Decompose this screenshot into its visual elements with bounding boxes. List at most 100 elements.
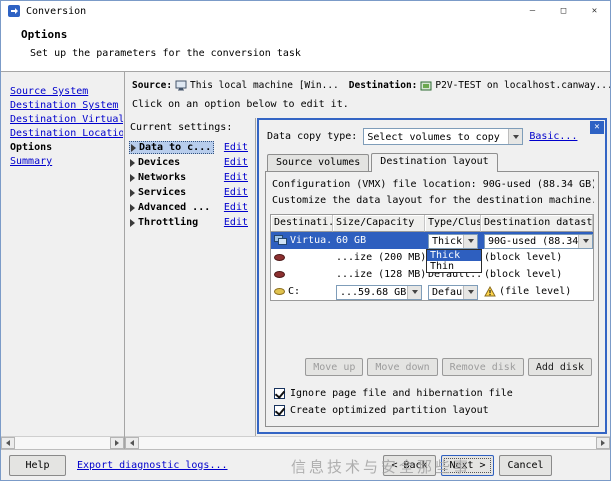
warning-icon (484, 286, 496, 297)
source-destination-bar: Source: This local machine [Win... Desti… (125, 72, 610, 91)
row-datastore: (block level) (484, 269, 563, 280)
setting-label: Services (138, 187, 187, 198)
checkbox-label: Ignore page file and hibernation file (290, 388, 513, 399)
data-copy-type-value: Select volumes to copy (367, 131, 500, 143)
back-button[interactable]: < Back (383, 454, 436, 476)
window-title: Conversion (26, 5, 87, 17)
scrollbar-track[interactable] (139, 437, 596, 449)
current-settings-title: Current settings: (130, 122, 233, 133)
source-label: Source: (132, 80, 173, 91)
table-row[interactable]: C: ...59.68 GB Defau (file level) (271, 283, 593, 300)
instruction-text: Click on an option below to edit it. (132, 99, 349, 110)
row-size: 60 GB (336, 235, 367, 246)
current-settings-list: Current settings: Data to c... Edit Devi… (125, 118, 256, 436)
disk-type-combobox[interactable]: Defaul... (428, 284, 478, 300)
setting-label: Throttling (138, 217, 199, 228)
column-header-size-capacity[interactable]: Size/Capacity (333, 215, 425, 232)
close-button[interactable]: ✕ (579, 1, 610, 21)
chevron-down-icon[interactable] (407, 285, 421, 299)
edit-networks-link[interactable]: Edit (224, 172, 248, 183)
help-button[interactable]: Help (9, 454, 66, 476)
setting-row-throttling[interactable]: Throttling Edit (129, 215, 255, 230)
scrollbar-track[interactable] (15, 437, 110, 449)
row-size: ...ize (200 MB) (336, 252, 425, 263)
row-datastore: (file level) (499, 286, 572, 297)
setting-label: Advanced ... (138, 202, 211, 213)
setting-label: Data to c... (139, 142, 212, 153)
table-row[interactable]: Virtua... 60 GB Thick (271, 232, 593, 249)
setting-row-networks[interactable]: Networks Edit (129, 170, 255, 185)
data-copy-type-label: Data copy type: (267, 131, 358, 142)
edit-advanced-link[interactable]: Edit (224, 202, 248, 213)
column-header-destination[interactable]: Destinati... (271, 215, 333, 232)
maximize-button[interactable]: □ (548, 1, 579, 21)
setting-selection-box[interactable]: Data to c... (129, 141, 215, 154)
edit-services-link[interactable]: Edit (224, 187, 248, 198)
setting-row-advanced[interactable]: Advanced ... Edit (129, 200, 255, 215)
minimize-button[interactable]: – (517, 1, 548, 21)
window-controls: – □ ✕ (517, 1, 610, 21)
scroll-left-icon[interactable] (125, 437, 139, 449)
move-down-button[interactable]: Move down (367, 358, 438, 376)
dropdown-option-thin[interactable]: Thin (427, 261, 481, 272)
edit-throttling-link[interactable]: Edit (224, 217, 248, 228)
column-header-destination-datastore[interactable]: Destination datast... (481, 215, 593, 232)
destination-value: P2V-TEST on localhost.canway... (435, 80, 610, 91)
expand-arrow-icon (130, 188, 135, 197)
datastore-combobox[interactable]: 90G-used (88.34... (484, 233, 593, 249)
column-header-type-cluster[interactable]: Type/Clus... (425, 215, 481, 232)
ignore-pagefile-option[interactable]: Ignore page file and hibernation file (274, 385, 594, 402)
sidebar-item-destination-virtual-machine[interactable]: Destination Virtual M (10, 114, 123, 125)
checkbox-label: Create optimized partition layout (290, 405, 489, 416)
panel-close-icon[interactable]: ✕ (590, 121, 604, 134)
wizard-footer: Help Export diagnostic logs... < Back Ne… (1, 449, 610, 480)
sidebar-item-destination-location[interactable]: Destination Location (10, 128, 123, 139)
data-copy-type-combobox[interactable]: Select volumes to copy (363, 128, 524, 145)
row-datastore: (block level) (484, 252, 563, 263)
scroll-left-icon[interactable] (1, 437, 15, 449)
setting-row-data-to-copy[interactable]: Data to c... Edit (129, 140, 255, 155)
chevron-down-icon[interactable] (578, 234, 592, 248)
checkbox-checked-icon[interactable] (274, 405, 285, 416)
conversion-window: Conversion – □ ✕ Options Set up the para… (0, 0, 611, 481)
setting-row-services[interactable]: Services Edit (129, 185, 255, 200)
next-button[interactable]: Next > (441, 454, 494, 476)
add-disk-button[interactable]: Add disk (527, 358, 592, 376)
chevron-down-icon[interactable] (508, 129, 523, 144)
scroll-right-icon[interactable] (596, 437, 610, 449)
basic-link[interactable]: Basic... (529, 131, 577, 142)
size-combobox[interactable]: ...59.68 GB (336, 284, 422, 300)
cancel-button[interactable]: Cancel (499, 454, 552, 476)
checkbox-checked-icon[interactable] (274, 388, 285, 399)
sidebar-item-destination-system[interactable]: Destination System (10, 100, 123, 111)
move-up-button[interactable]: Move up (305, 358, 364, 376)
expand-arrow-icon (130, 218, 135, 227)
dropdown-option-thick[interactable]: Thick (427, 250, 481, 261)
setting-row-devices[interactable]: Devices Edit (129, 155, 255, 170)
source-machine-icon (175, 80, 187, 91)
wizard-nav-buttons: < Back Next > Cancel (383, 454, 552, 476)
titlebar[interactable]: Conversion – □ ✕ (1, 1, 610, 21)
export-diagnostic-logs-link[interactable]: Export diagnostic logs... (77, 460, 228, 471)
disk-type-combobox[interactable]: Thick (428, 233, 478, 249)
disk-icon (274, 288, 285, 295)
disk-icon (274, 271, 285, 278)
chevron-down-icon[interactable] (463, 285, 477, 299)
remove-disk-button[interactable]: Remove disk (441, 358, 524, 376)
expand-arrow-icon (130, 203, 135, 212)
page-subtitle: Set up the parameters for the conversion… (30, 48, 301, 59)
sidebar-horizontal-scrollbar[interactable] (1, 436, 124, 449)
chevron-down-icon[interactable] (463, 234, 477, 248)
edit-data-to-copy-link[interactable]: Edit (224, 142, 248, 153)
edit-devices-link[interactable]: Edit (224, 157, 248, 168)
sidebar-item-source-system[interactable]: Source System (10, 86, 123, 97)
app-icon (8, 5, 20, 17)
main-horizontal-scrollbar[interactable] (125, 436, 610, 449)
destination-layout-tab-body: Configuration (VMX) file location: 90G-u… (265, 171, 599, 427)
optimized-partition-option[interactable]: Create optimized partition layout (274, 402, 594, 419)
sidebar-item-summary[interactable]: Summary (10, 156, 123, 167)
scroll-right-icon[interactable] (110, 437, 124, 449)
tab-destination-layout[interactable]: Destination layout (371, 153, 498, 172)
row-size: ...ize (128 MB) (336, 269, 425, 280)
type-dropdown-list[interactable]: Thick Thin (426, 249, 482, 273)
